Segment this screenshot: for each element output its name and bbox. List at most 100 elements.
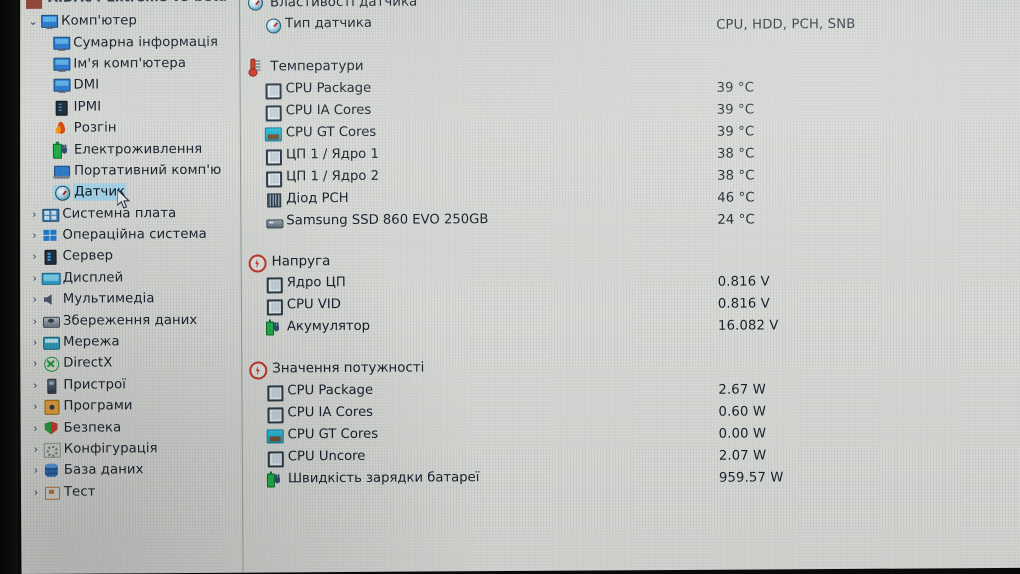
row-cpu1-core2-temp[interactable]: ЦП 1 / Ядро 2 [265, 169, 379, 187]
shield-icon [43, 420, 60, 435]
aida64-logo-icon [25, 0, 43, 9]
tree-item-portable-computer[interactable]: Портативний комп'ю [19, 159, 239, 182]
navigation-tree[interactable]: AIDA64 Extreme v5 beta ⌄ Комп'ютер Сумар… [18, 0, 242, 574]
flame-icon [53, 121, 70, 136]
tree-item-label: Тест [63, 484, 96, 500]
row-label: CPU Uncore [287, 448, 366, 465]
row-value: 16.082 V [717, 318, 779, 334]
thermometer-icon [246, 58, 264, 74]
row-cpu-uncore-power[interactable]: CPU Uncore [267, 448, 366, 467]
tree-item-label: Ім'я комп'ютера [73, 55, 187, 72]
group-title: Властивості датчика [269, 0, 418, 10]
server-icon [53, 99, 70, 116]
row-cpu1-core1-temp[interactable]: ЦП 1 / Ядро 1 [265, 147, 379, 165]
row-value: 38 °C [716, 146, 755, 162]
row-battery-voltage[interactable]: Акумулятор [265, 319, 370, 335]
tree-item-label: Сумарна інформація [73, 34, 219, 51]
screen-bezel-left [0, 0, 20, 574]
row-value: 39 °C [716, 102, 755, 118]
tree-item-label: Пристрої [63, 377, 127, 393]
chevron-right-icon[interactable]: › [29, 486, 43, 499]
motherboard-icon [41, 206, 60, 222]
row-value: 0.60 W [718, 404, 767, 420]
chevron-right-icon[interactable]: › [28, 250, 42, 263]
tree-item-power-management[interactable]: Електроживлення [19, 138, 239, 161]
row-label: CPU Package [285, 80, 372, 97]
tree-item-storage[interactable]: › Збереження даних [20, 309, 240, 332]
row-cpu-core-voltage[interactable]: Ядро ЦП [266, 275, 346, 293]
monitor-icon [52, 78, 71, 93]
tree-item-summary[interactable]: Сумарна інформація [18, 31, 238, 54]
voltage-bolt-icon [248, 253, 267, 273]
cpu-chip-icon [265, 148, 283, 165]
row-ssd-temp[interactable]: Samsung SSD 860 EVO 250GB [265, 212, 488, 228]
row-battery-charge-rate[interactable]: Швидкість зарядки батареї [266, 470, 479, 487]
window-title-text: AIDA64 Extreme v5 beta [48, 0, 227, 6]
chevron-right-icon[interactable]: › [28, 400, 42, 413]
tree-item-computer[interactable]: ⌄ Комп'ютер [18, 10, 238, 33]
group-header-power-values: Значення потужності [248, 360, 425, 380]
tree-item-network[interactable]: › Мережа [20, 331, 240, 354]
cpu-chip-icon [267, 450, 284, 467]
chevron-right-icon[interactable]: › [28, 272, 42, 285]
row-cpu-vid[interactable]: CPU VID [266, 297, 341, 315]
row-value: 46 °C [717, 190, 755, 206]
tree-item-label: База даних [63, 462, 144, 479]
monitor-icon [52, 57, 71, 72]
tree-item-security[interactable]: › Безпека [21, 416, 241, 439]
row-cpu-package-temp[interactable]: CPU Package [265, 80, 372, 99]
row-cpu-gt-cores-power[interactable]: CPU GT Cores [266, 426, 379, 443]
group-title: Значення потужності [272, 360, 425, 376]
chevron-right-icon[interactable]: › [29, 464, 43, 477]
row-label: CPU GT Cores [287, 426, 379, 443]
row-cpu-ia-cores-temp[interactable]: CPU IA Cores [265, 103, 371, 121]
tree-item-benchmark[interactable]: › Тест [21, 480, 241, 503]
tree-item-server[interactable]: › Сервер [20, 245, 240, 268]
tree-item-label: Безпека [63, 419, 122, 436]
laptop-icon [53, 164, 71, 179]
tree-item-ipmi[interactable]: IPMI [19, 95, 239, 118]
chevron-down-icon[interactable]: ⌄ [26, 15, 40, 28]
chevron-right-icon[interactable]: › [28, 357, 42, 370]
tree-item-database[interactable]: › База даних [21, 459, 241, 482]
cpu-chip-icon [266, 384, 284, 401]
tree-item-label: Розгін [73, 120, 117, 136]
tree-item-directx[interactable]: › DirectX [20, 352, 240, 375]
chevron-right-icon[interactable]: › [28, 336, 42, 349]
tree-item-dmi[interactable]: DMI [18, 74, 238, 97]
chevron-right-icon[interactable]: › [28, 379, 42, 392]
tree-item-devices[interactable]: › Пристрої [20, 373, 240, 396]
row-value: 0.00 W [718, 426, 767, 442]
row-value: 959.57 W [718, 470, 784, 486]
chevron-right-icon[interactable]: › [28, 293, 42, 306]
chevron-right-icon[interactable]: › [29, 443, 43, 456]
row-cpu-gt-cores-temp[interactable]: CPU GT Cores [264, 125, 376, 141]
tree-item-label: Електроживлення [73, 141, 203, 158]
tree-item-label: Мультимедіа [62, 291, 155, 307]
sensor-gauge-icon [246, 0, 264, 11]
tree-item-programs[interactable]: › Програми [20, 395, 240, 418]
device-icon [42, 378, 59, 394]
tree-item-configuration[interactable]: › Конфігурація [21, 437, 241, 460]
chevron-right-icon[interactable]: › [28, 315, 42, 328]
tree-item-label: Сервер [62, 248, 114, 265]
tree-item-overclock[interactable]: Розгін [19, 117, 239, 140]
tree-item-computer-name[interactable]: Ім'я комп'ютера [18, 52, 238, 75]
ssd-icon [265, 214, 284, 228]
row-cpu-package-power[interactable]: CPU Package [266, 382, 374, 401]
row-cpu-ia-cores-power[interactable]: CPU IA Cores [266, 404, 374, 423]
chevron-right-icon[interactable]: › [29, 421, 43, 434]
mouse-cursor [117, 189, 131, 209]
database-icon [43, 463, 60, 478]
row-sensor-type[interactable]: Тип датчика [264, 16, 372, 33]
row-label: CPU IA Cores [287, 404, 374, 421]
tree-item-operating-system[interactable]: › Операційна система [19, 224, 239, 247]
row-pch-diode-temp[interactable]: Діод PCH [265, 191, 349, 207]
chevron-right-icon[interactable]: › [27, 208, 41, 221]
chevron-right-icon[interactable]: › [27, 229, 41, 242]
tree-item-display[interactable]: › Дисплей [20, 266, 240, 289]
tree-item-multimedia[interactable]: › Мультимедіа [20, 288, 240, 311]
row-label: CPU Package [287, 382, 374, 399]
sensor-details-pane: Властивості датчика Тип датчика CPU, HDD… [242, 0, 1020, 573]
row-label: CPU VID [286, 297, 341, 313]
